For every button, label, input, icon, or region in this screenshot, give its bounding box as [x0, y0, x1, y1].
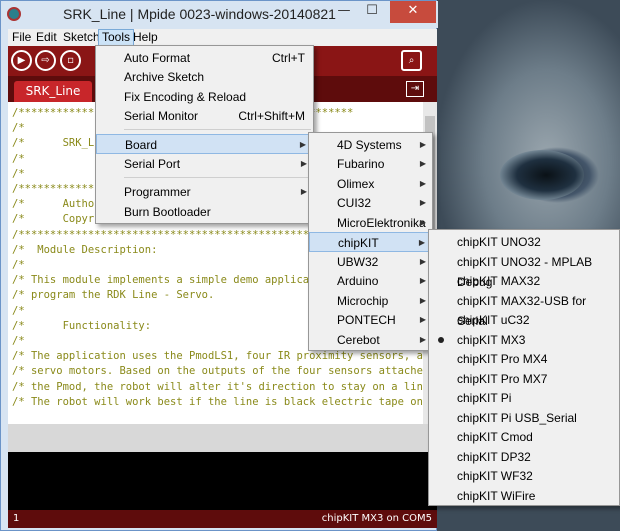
board-item-cerebot[interactable]: Cerebot ▶ — [309, 330, 432, 350]
submenu-arrow-icon: ▶ — [419, 335, 426, 344]
selected-bullet-icon — [438, 336, 444, 343]
submenu-arrow-icon: ▶ — [418, 238, 425, 247]
tab-menu-icon[interactable]: ⇥ — [406, 81, 424, 97]
chipkit-item[interactable]: chipKIT UNO32 - MPLAB Debug — [429, 252, 619, 289]
board-item-fubarino[interactable]: Fubarino ▶ — [309, 154, 432, 174]
chipkit-item[interactable]: chipKIT DP32 — [429, 447, 619, 467]
menu-edit[interactable]: Edit — [33, 29, 60, 46]
submenu-arrow-icon: ▶ — [419, 218, 426, 227]
tools-item-programmer[interactable]: Programmer ▶ — [96, 182, 313, 202]
chipkit-item[interactable]: chipKIT Cmod — [429, 427, 619, 447]
menu-separator — [124, 177, 311, 178]
chipkit-item[interactable]: chipKIT MAX32 — [429, 271, 619, 291]
board-item-arduino[interactable]: Arduino ▶ — [309, 271, 432, 291]
tools-item-auto-format[interactable]: Auto Format Ctrl+T — [96, 48, 313, 68]
tools-item-burn-bootloader[interactable]: Burn Bootloader — [96, 202, 313, 222]
submenu-arrow-icon: ▶ — [419, 257, 426, 266]
chipkit-item[interactable]: chipKIT MAX32-USB for Serial — [429, 291, 619, 328]
desktop-background-eye — [500, 150, 584, 200]
status-bar: 1 chipKIT MX3 on COM5 — [8, 510, 437, 528]
horizontal-scrollbar[interactable] — [8, 424, 437, 452]
status-line-number: 1 — [13, 513, 20, 524]
upload-icon[interactable]: ⇨ — [35, 50, 56, 71]
submenu-arrow-icon: ▶ — [300, 159, 307, 168]
verify-icon[interactable]: ▶ — [11, 50, 32, 71]
minimize-button[interactable]: — — [331, 1, 357, 23]
chipkit-item[interactable]: chipKIT Pi USB_Serial — [429, 408, 619, 428]
console-output — [8, 452, 437, 510]
chipkit-item-selected[interactable]: chipKIT MX3 — [429, 330, 619, 350]
new-sketch-icon[interactable]: ▫ — [60, 50, 81, 71]
submenu-arrow-icon: ▶ — [300, 187, 307, 196]
menu-separator — [124, 129, 311, 130]
code-line: /* the Pmod, the robot will alter it's d… — [12, 380, 423, 393]
submenu-arrow-icon: ▶ — [419, 179, 426, 188]
serial-monitor-icon[interactable]: ⌕ — [401, 50, 422, 71]
menu-help[interactable]: Help — [130, 29, 161, 46]
board-item-microelektronika[interactable]: MicroElektronika ▶ — [309, 213, 432, 233]
menu-file[interactable]: File — [9, 29, 34, 46]
close-button[interactable]: ✕ — [390, 1, 436, 23]
status-board-port: chipKIT MX3 on COM5 — [321, 513, 432, 524]
menu-sketch[interactable]: Sketch — [60, 29, 103, 46]
submenu-arrow-icon: ▶ — [419, 315, 426, 324]
tools-item-serial-monitor[interactable]: Serial Monitor Ctrl+Shift+M — [96, 106, 313, 126]
submenu-arrow-icon: ▶ — [419, 198, 426, 207]
code-line: /* The robot will work best if the line … — [12, 395, 423, 408]
tools-item-archive-sketch[interactable]: Archive Sketch — [96, 67, 313, 87]
maximize-button[interactable]: ☐ — [359, 1, 385, 23]
app-icon — [7, 7, 21, 21]
chipkit-item[interactable]: chipKIT uC32 — [429, 310, 619, 330]
board-item-chipkit[interactable]: chipKIT ▶ — [309, 232, 432, 252]
menu-bar: File Edit Sketch Tools Help — [8, 29, 437, 46]
window-title: SRK_Line | Mpide 0023-windows-20140821 — [63, 6, 336, 22]
chipkit-item[interactable]: chipKIT Pro MX7 — [429, 369, 619, 389]
board-item-olimex[interactable]: Olimex ▶ — [309, 174, 432, 194]
title-bar[interactable]: SRK_Line | Mpide 0023-windows-20140821 —… — [1, 1, 438, 28]
tab-srk-line[interactable]: SRK_Line — [14, 81, 92, 102]
board-item-pontech[interactable]: PONTECH ▶ — [309, 310, 432, 330]
board-item-microchip[interactable]: Microchip ▶ — [309, 291, 432, 311]
chipkit-item[interactable]: chipKIT Pi — [429, 388, 619, 408]
menu-tools[interactable]: Tools — [98, 29, 135, 46]
submenu-arrow-icon: ▶ — [419, 276, 426, 285]
chipkit-item[interactable]: chipKIT WF32 — [429, 466, 619, 486]
tools-item-fix-encoding[interactable]: Fix Encoding & Reload — [96, 87, 313, 107]
chipkit-item[interactable]: chipKIT UNO32 — [429, 232, 619, 252]
submenu-arrow-icon: ▶ — [419, 159, 426, 168]
submenu-arrow-icon: ▶ — [419, 140, 426, 149]
code-line: /* The application uses the PmodLS1, fou… — [12, 350, 423, 363]
code-line: /* servo motors. Based on the outputs of… — [12, 365, 423, 378]
board-item-4d-systems[interactable]: 4D Systems ▶ — [309, 135, 432, 155]
board-item-cui32[interactable]: CUI32 ▶ — [309, 193, 432, 213]
chipkit-item[interactable]: chipKIT Pro MX4 — [429, 349, 619, 369]
tools-item-serial-port[interactable]: Serial Port ▶ — [96, 154, 313, 174]
chipkit-menu: chipKIT UNO32 chipKIT UNO32 - MPLAB Debu… — [428, 229, 620, 506]
submenu-arrow-icon: ▶ — [299, 140, 306, 149]
tools-menu: Auto Format Ctrl+T Archive Sketch Fix Enc… — [95, 45, 314, 224]
tools-item-board[interactable]: Board ▶ — [96, 134, 313, 154]
submenu-arrow-icon: ▶ — [419, 296, 426, 305]
board-item-ubw32[interactable]: UBW32 ▶ — [309, 252, 432, 272]
chipkit-item[interactable]: chipKIT WiFire — [429, 486, 619, 506]
board-menu: 4D Systems ▶ Fubarino ▶ Olimex ▶ CUI32 ▶ Mic… — [308, 132, 433, 351]
